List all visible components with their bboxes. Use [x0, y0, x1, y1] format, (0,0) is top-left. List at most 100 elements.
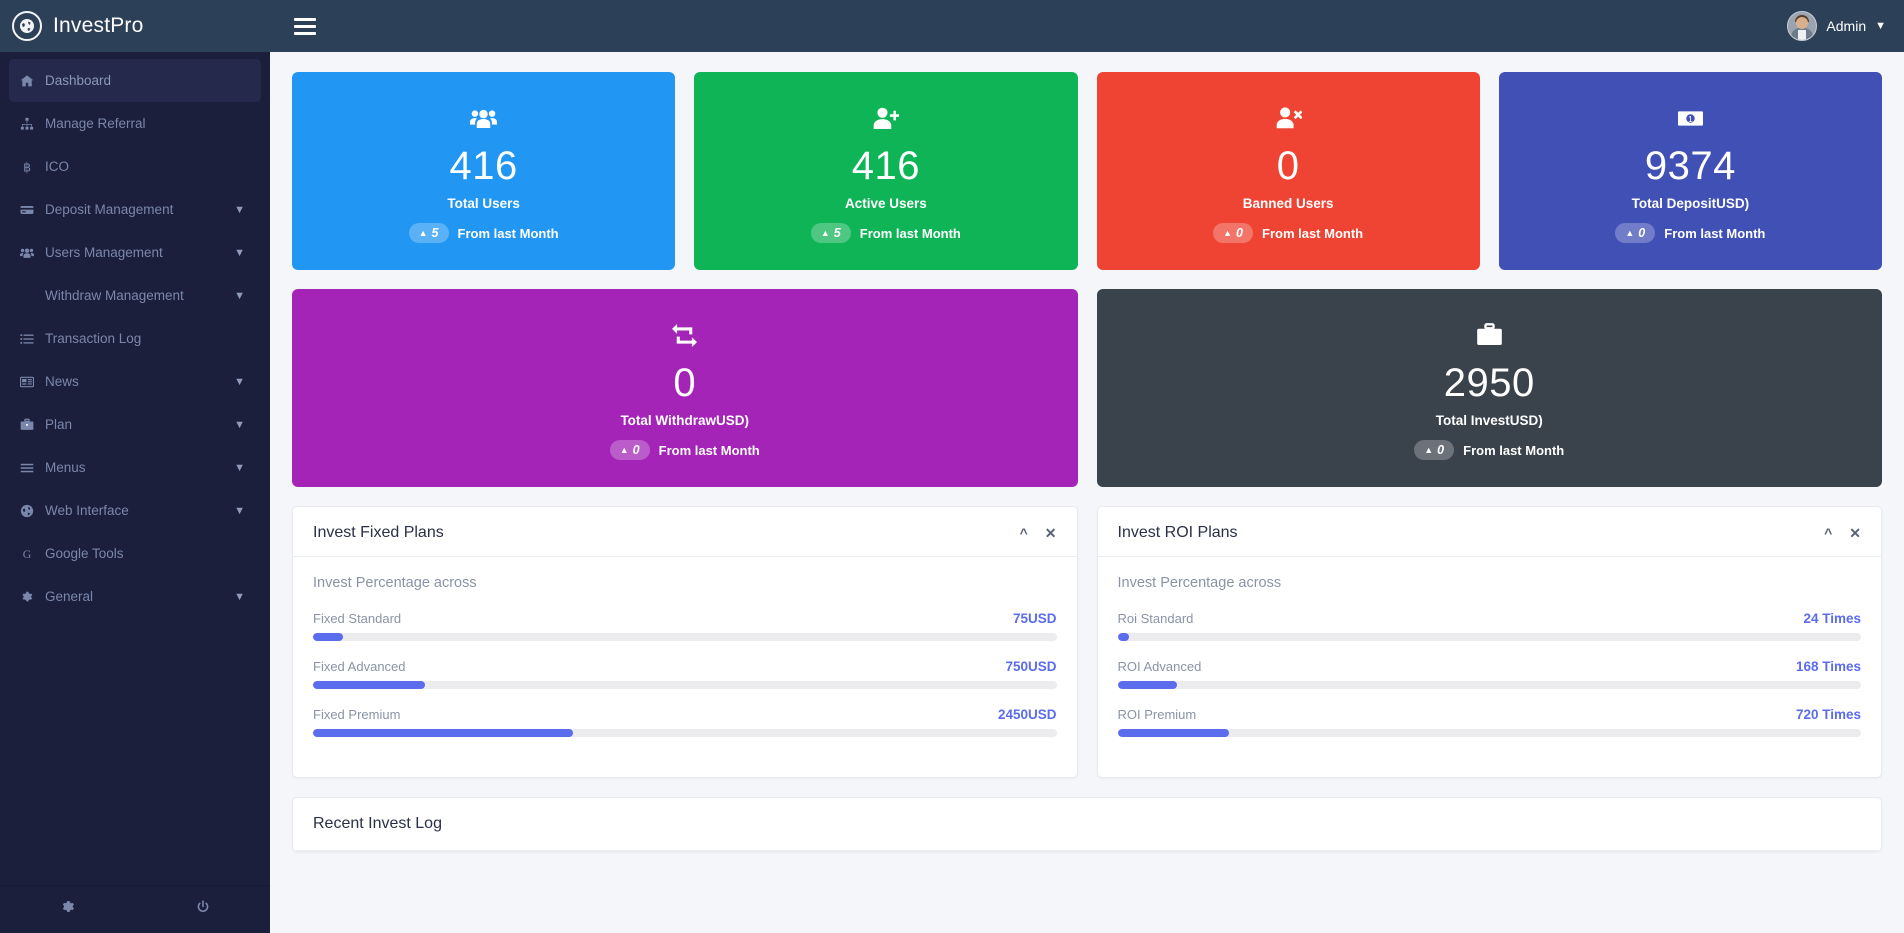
chevron-down-icon[interactable]: ▼: [234, 462, 245, 474]
sidebar-item-label: General: [45, 589, 234, 604]
plans-row: Invest Fixed Plans ^ ✕ Invest Percentage…: [292, 506, 1882, 778]
newspaper-icon: [9, 375, 45, 389]
exchange-icon: [9, 289, 45, 303]
sidebar-item-withdraw-management[interactable]: Withdraw Management▼: [9, 274, 261, 317]
briefcase-icon: [1476, 320, 1503, 350]
progress-row: ROI Advanced168 Times: [1118, 659, 1862, 689]
stat-foot-text: From last Month: [1262, 226, 1363, 241]
chevron-down-icon[interactable]: ▼: [234, 247, 245, 259]
sidebar-item-menus[interactable]: Menus▼: [9, 446, 261, 489]
sidebar-item-manage-referral[interactable]: Manage Referral: [9, 102, 261, 145]
progress-track: [1118, 681, 1862, 689]
sidebar-item-label: Deposit Management: [45, 202, 234, 217]
briefcase-icon: [9, 418, 45, 432]
chevron-down-icon[interactable]: ▼: [234, 591, 245, 603]
stat-footer: ▲5From last Month: [811, 223, 961, 243]
progress-label: Fixed Advanced: [313, 659, 1005, 674]
sidebar-item-label: News: [45, 374, 234, 389]
sidebar-item-dashboard[interactable]: Dashboard: [9, 59, 261, 102]
topbar: Admin ▼: [270, 0, 1904, 52]
users-icon: [470, 103, 497, 133]
badge-value: 0: [633, 443, 640, 457]
user-menu[interactable]: Admin ▼: [1787, 11, 1886, 41]
bars-icon: [9, 461, 45, 475]
progress-value: 2450USD: [998, 707, 1057, 722]
sidebar-item-general[interactable]: General▼: [9, 575, 261, 618]
panel-body: Invest Percentage across Fixed Standard7…: [293, 557, 1077, 777]
caret-up-icon: ▲: [419, 228, 428, 238]
progress-header: ROI Advanced168 Times: [1118, 659, 1862, 674]
sitemap-icon: [9, 117, 45, 131]
chevron-down-icon[interactable]: ▼: [234, 290, 245, 302]
bitcoin-icon: ฿: [9, 160, 45, 174]
chevron-down-icon[interactable]: ▼: [234, 505, 245, 517]
caret-up-icon: ▲: [1424, 445, 1433, 455]
sidebar-item-ico[interactable]: ฿ICO: [9, 145, 261, 188]
panel-header: Invest Fixed Plans ^ ✕: [293, 507, 1077, 557]
stat-label: Total WithdrawUSD): [620, 413, 749, 428]
stat-card-total-investusd: 2950Total InvestUSD)▲0From last Month: [1097, 289, 1883, 487]
progress-header: Fixed Standard75USD: [313, 611, 1057, 626]
progress-track: [313, 633, 1057, 641]
stat-value: 0: [1277, 145, 1300, 187]
brand[interactable]: InvestPro: [0, 0, 270, 52]
stat-value: 9374: [1645, 145, 1736, 187]
gear-icon: [9, 590, 45, 604]
sidebar-item-deposit-management[interactable]: Deposit Management▼: [9, 188, 261, 231]
sidebar-item-label: Web Interface: [45, 503, 234, 518]
status-badge: ▲0: [1615, 223, 1655, 243]
money-bill-icon: 1: [1677, 103, 1704, 133]
progress-track: [1118, 633, 1862, 641]
close-icon[interactable]: ✕: [1849, 525, 1861, 542]
progress-fill: [313, 681, 425, 689]
caret-up-icon: ▲: [821, 228, 830, 238]
sidebar-item-web-interface[interactable]: Web Interface▼: [9, 489, 261, 532]
sidebar-item-plan[interactable]: Plan▼: [9, 403, 261, 446]
sidebar-logout-button[interactable]: [135, 899, 270, 920]
user-times-icon: [1275, 103, 1302, 133]
status-badge: ▲0: [610, 440, 650, 460]
progress-value: 75USD: [1013, 611, 1057, 626]
chevron-down-icon[interactable]: ▼: [234, 204, 245, 216]
chevron-up-icon[interactable]: ^: [1020, 525, 1028, 541]
panel-tools: ^ ✕: [1020, 525, 1057, 542]
caret-up-icon: ▲: [1625, 228, 1634, 238]
progress-label: ROI Advanced: [1118, 659, 1796, 674]
stat-foot-text: From last Month: [659, 443, 760, 458]
brand-name: InvestPro: [53, 14, 144, 38]
caret-up-icon: ▲: [620, 445, 629, 455]
progress-row: Fixed Premium2450USD: [313, 707, 1057, 737]
stat-card-total-withdrawusd: 0 Total WithdrawUSD) ▲0 From last Month: [292, 289, 1078, 487]
close-icon[interactable]: ✕: [1045, 525, 1057, 542]
progress-value: 168 Times: [1796, 659, 1861, 674]
sidebar-item-transaction-log[interactable]: Transaction Log: [9, 317, 261, 360]
progress-fill: [1118, 681, 1177, 689]
sidebar-item-label: Menus: [45, 460, 234, 475]
stat-label: Total InvestUSD): [1436, 413, 1543, 428]
progress-fill: [313, 729, 573, 737]
stat-value: 416: [450, 145, 518, 187]
sidebar-item-google-tools[interactable]: GGoogle Tools: [9, 532, 261, 575]
chevron-up-icon[interactable]: ^: [1824, 525, 1832, 541]
progress-row: ROI Premium720 Times: [1118, 707, 1862, 737]
badge-value: 0: [1638, 226, 1645, 240]
status-badge: ▲5: [811, 223, 851, 243]
caret-up-icon: ▲: [1223, 228, 1232, 238]
chevron-down-icon[interactable]: ▼: [234, 419, 245, 431]
progress-label: Fixed Premium: [313, 707, 998, 722]
hamburger-icon[interactable]: [294, 18, 316, 35]
panel-tools: ^ ✕: [1824, 525, 1861, 542]
power-off-icon: [195, 899, 211, 920]
sidebar-item-users-management[interactable]: Users Management▼: [9, 231, 261, 274]
sidebar-settings-button[interactable]: [0, 899, 135, 920]
sidebar-item-label: Google Tools: [45, 546, 261, 561]
sidebar-item-news[interactable]: News▼: [9, 360, 261, 403]
sidebar-item-label: Dashboard: [45, 73, 261, 88]
chevron-down-icon[interactable]: ▼: [234, 376, 245, 388]
stat-card-total-depositusd: 19374Total DepositUSD)▲0From last Month: [1499, 72, 1882, 270]
user-plus-icon: [872, 103, 899, 133]
panel-recent-invest-log: Recent Invest Log: [292, 797, 1882, 852]
page-title: Invest Fixed Plans: [313, 524, 1020, 542]
stat-footer: ▲5From last Month: [409, 223, 559, 243]
sidebar-item-label: Plan: [45, 417, 234, 432]
